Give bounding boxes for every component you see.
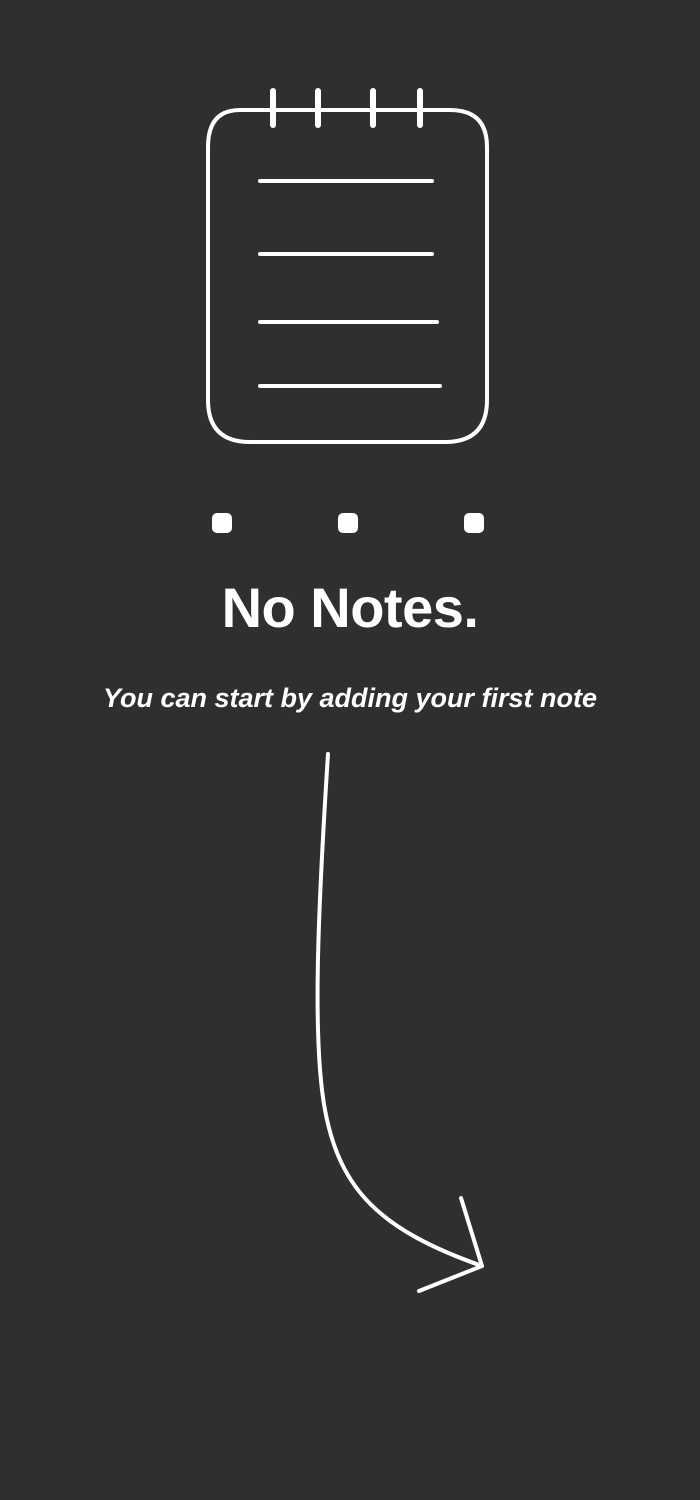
empty-state-subtitle: You can start by adding your first note bbox=[102, 683, 598, 713]
notepad-icon bbox=[206, 88, 489, 444]
empty-state: No Notes. You can start by adding your f… bbox=[0, 0, 700, 1500]
dots-icon bbox=[212, 513, 484, 533]
empty-state-title: No Notes. bbox=[221, 576, 479, 639]
curved-arrow-icon bbox=[315, 752, 484, 1293]
